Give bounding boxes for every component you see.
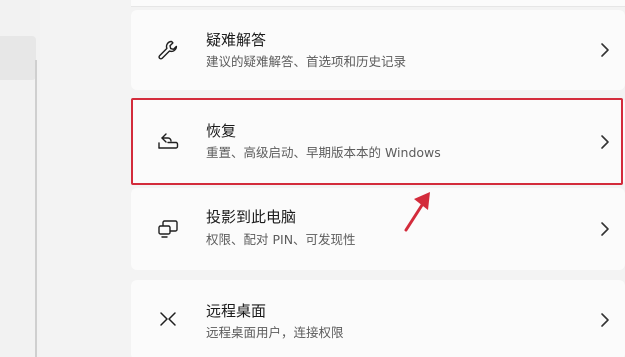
remote-desktop-card[interactable]: 远程桌面 远程桌面用户，连接权限 (131, 280, 625, 357)
troubleshoot-card[interactable]: 疑难解答 建议的疑难解答、首选项和历史记录 (131, 10, 625, 90)
previous-card-edge (131, 0, 625, 7)
remote-desktop-subtitle: 远程桌面用户，连接权限 (206, 325, 344, 340)
project-to-pc-icon (158, 220, 178, 238)
wrench-icon (158, 40, 178, 60)
chevron-right-icon (601, 43, 609, 57)
recovery-title: 恢复 (206, 122, 237, 140)
troubleshoot-title: 疑难解答 (206, 31, 267, 49)
sidebar-scrollbar[interactable] (35, 60, 37, 357)
remote-desktop-title: 远程桌面 (206, 302, 267, 320)
chevron-right-icon (601, 222, 609, 236)
troubleshoot-subtitle: 建议的疑难解答、首选项和历史记录 (206, 54, 407, 69)
project-to-pc-title: 投影到此电脑 (206, 208, 297, 226)
remote-desktop-icon (160, 312, 176, 326)
settings-window: 疑难解答 建议的疑难解答、首选项和历史记录 恢复 重置、高级启动、早期版本本的 … (0, 0, 625, 357)
project-to-pc-card[interactable]: 投影到此电脑 权限、配对 PIN、可发现性 (131, 188, 625, 270)
annotation-arrow-icon (404, 192, 430, 232)
recovery-card[interactable]: 恢复 重置、高级启动、早期版本本的 Windows (131, 98, 625, 185)
chevron-right-icon (601, 313, 609, 327)
sidebar-selected-item[interactable] (0, 36, 36, 80)
project-to-pc-subtitle: 权限、配对 PIN、可发现性 (206, 232, 356, 247)
recovery-subtitle: 重置、高级启动、早期版本本的 Windows (206, 145, 441, 160)
recovery-icon (158, 132, 179, 149)
chevron-right-icon (601, 134, 609, 149)
